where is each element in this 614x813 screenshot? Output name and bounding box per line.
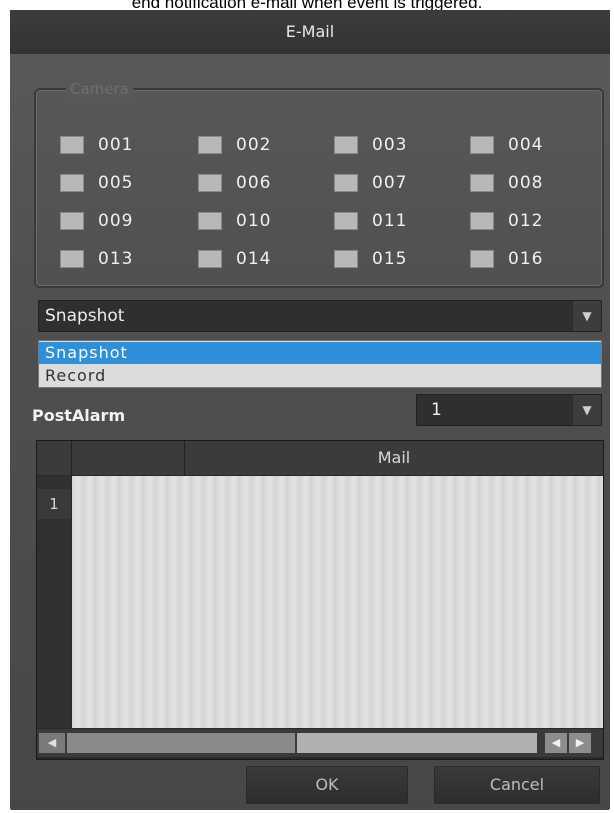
- camera-label: 014: [236, 249, 272, 269]
- checkbox-icon: [470, 250, 494, 268]
- checkbox-icon: [470, 174, 494, 192]
- camera-checkbox-002[interactable]: 002: [198, 134, 308, 156]
- checkbox-icon: [198, 174, 222, 192]
- camera-checkbox-006[interactable]: 006: [198, 172, 308, 194]
- camera-label: 004: [508, 135, 544, 155]
- checkbox-icon: [470, 136, 494, 154]
- camera-label: 012: [508, 211, 544, 231]
- postalarm-label: PostAlarm: [32, 406, 126, 425]
- table-body[interactable]: [72, 476, 603, 728]
- camera-group: Camera 001 002 003 004 005 006 007 008 0…: [34, 80, 604, 288]
- checkbox-icon: [198, 250, 222, 268]
- email-dialog: E-Mail Camera 001 002 003 004 005 006 00…: [10, 10, 610, 810]
- camera-checkbox-007[interactable]: 007: [334, 172, 444, 194]
- checkbox-icon: [334, 250, 358, 268]
- scrollbar-thumb[interactable]: [297, 733, 537, 753]
- checkbox-icon: [198, 136, 222, 154]
- cancel-button[interactable]: Cancel: [434, 766, 600, 804]
- camera-checkbox-010[interactable]: 010: [198, 210, 308, 232]
- camera-label: 002: [236, 135, 272, 155]
- postalarm-select[interactable]: 1 ▼: [416, 394, 602, 426]
- table-row-index[interactable]: 1: [37, 489, 71, 519]
- camera-checkbox-005[interactable]: 005: [60, 172, 170, 194]
- action-select[interactable]: Snapshot ▼: [38, 300, 602, 332]
- checkbox-icon: [60, 174, 84, 192]
- arrow-right-icon[interactable]: ▶: [569, 733, 591, 753]
- checkbox-icon: [198, 212, 222, 230]
- camera-checkbox-004[interactable]: 004: [470, 134, 580, 156]
- table-header-column: [72, 441, 185, 475]
- checkbox-icon: [60, 250, 84, 268]
- camera-checkbox-014[interactable]: 014: [198, 248, 308, 270]
- camera-label: 003: [372, 135, 408, 155]
- camera-label: 007: [372, 173, 408, 193]
- arrow-left-icon[interactable]: ◀: [39, 733, 65, 753]
- camera-checkbox-009[interactable]: 009: [60, 210, 170, 232]
- camera-label: 001: [98, 135, 134, 155]
- arrow-left-icon[interactable]: ◀: [545, 733, 567, 753]
- camera-label: 009: [98, 211, 134, 231]
- scrollbar-track[interactable]: [67, 733, 295, 753]
- postalarm-select-value: 1: [431, 400, 442, 420]
- camera-checkbox-012[interactable]: 012: [470, 210, 580, 232]
- checkbox-icon: [334, 174, 358, 192]
- horizontal-scrollbar[interactable]: ◀ ◀ ▶: [37, 729, 603, 757]
- table-header-mail: Mail: [185, 441, 603, 475]
- checkbox-icon: [334, 136, 358, 154]
- camera-checkbox-016[interactable]: 016: [470, 248, 580, 270]
- camera-checkbox-013[interactable]: 013: [60, 248, 170, 270]
- camera-label: 006: [236, 173, 272, 193]
- camera-checkbox-011[interactable]: 011: [334, 210, 444, 232]
- camera-label: 011: [372, 211, 408, 231]
- camera-label: 005: [98, 173, 134, 193]
- table-header-corner: [37, 441, 72, 475]
- dialog-title: E-Mail: [10, 10, 610, 54]
- ok-button[interactable]: OK: [246, 766, 408, 804]
- camera-checkbox-001[interactable]: 001: [60, 134, 170, 156]
- camera-label: 016: [508, 249, 544, 269]
- camera-label: 008: [508, 173, 544, 193]
- chevron-down-icon[interactable]: ▼: [573, 301, 601, 331]
- checkbox-icon: [470, 212, 494, 230]
- checkbox-icon: [334, 212, 358, 230]
- camera-checkbox-015[interactable]: 015: [334, 248, 444, 270]
- camera-label: 015: [372, 249, 408, 269]
- action-select-value: Snapshot: [45, 306, 125, 326]
- checkbox-icon: [60, 212, 84, 230]
- dropdown-option-record[interactable]: Record: [39, 365, 601, 387]
- checkbox-icon: [60, 136, 84, 154]
- mail-table: Mail 1 ◀ ◀ ▶: [36, 440, 604, 760]
- camera-group-legend: Camera: [66, 80, 133, 98]
- camera-label: 010: [236, 211, 272, 231]
- action-dropdown-list: Snapshot Record: [38, 340, 602, 388]
- dropdown-option-snapshot[interactable]: Snapshot: [39, 342, 601, 364]
- chevron-down-icon[interactable]: ▼: [573, 395, 601, 425]
- camera-label: 013: [98, 249, 134, 269]
- camera-checkbox-003[interactable]: 003: [334, 134, 444, 156]
- camera-checkbox-008[interactable]: 008: [470, 172, 580, 194]
